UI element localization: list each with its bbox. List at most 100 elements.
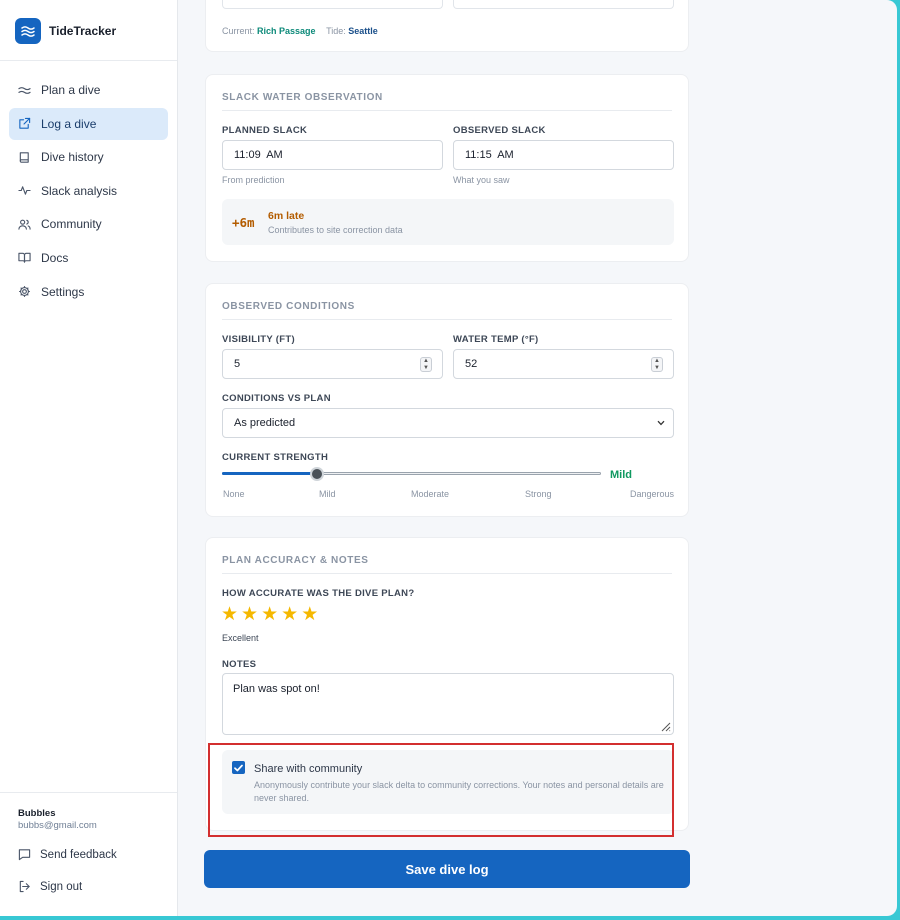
current-strength-slider[interactable]	[222, 466, 601, 482]
scale-label: None	[223, 489, 245, 499]
chevron-down-icon	[657, 420, 665, 426]
slider-thumb[interactable]	[310, 467, 324, 481]
tide-value: Seattle	[348, 26, 378, 36]
scale-label: Moderate	[411, 489, 450, 499]
activity-icon	[18, 186, 31, 196]
current-strength-label: CURRENT STRENGTH	[222, 452, 329, 463]
slack-delta-value: +6m	[232, 215, 255, 230]
star-icon[interactable]: ★	[221, 605, 238, 625]
sidebar-item-label: Settings	[41, 284, 85, 299]
observed-slack-label: OBSERVED SLACK	[453, 125, 546, 136]
current-value: Rich Passage	[257, 26, 316, 36]
tide-field[interactable]	[453, 0, 674, 9]
conditions-vs-plan-value: As predicted	[234, 417, 296, 429]
observed-slack-value: 11:15 AM	[465, 149, 514, 161]
slack-delta-text: 6m late	[268, 210, 305, 222]
sidebar-nav: Plan a dive Log a dive Dive history Slac…	[9, 74, 168, 309]
sign-out-link[interactable]: Sign out	[18, 880, 82, 893]
section-divider	[222, 110, 672, 111]
plan-accuracy-card: PLAN ACCURACY & NOTES HOW ACCURATE WAS T…	[205, 537, 689, 831]
visibility-input[interactable]: 5 ▲ ▼	[222, 349, 443, 379]
scale-label: Mild	[319, 489, 336, 499]
slack-delta-box: +6m 6m late Contributes to site correcti…	[222, 199, 674, 245]
tide-label: Tide:	[326, 26, 346, 36]
section-divider	[222, 573, 672, 574]
notes-value: Plan was spot on!	[233, 683, 320, 695]
notes-textarea[interactable]: Plan was spot on!	[222, 673, 674, 735]
section-divider	[222, 319, 672, 320]
open-book-icon	[18, 253, 31, 264]
sidebar-item-community[interactable]: Community	[9, 208, 168, 240]
visibility-value: 5	[234, 358, 241, 370]
planned-slack-value: 11:09 AM	[234, 149, 283, 161]
site-field[interactable]	[222, 0, 443, 9]
planned-slack-hint: From prediction	[222, 175, 285, 185]
star-rating[interactable]: ★ ★ ★ ★ ★	[221, 605, 318, 625]
share-community-checkbox[interactable]	[232, 761, 245, 774]
star-icon[interactable]: ★	[261, 605, 278, 625]
sign-out-icon	[19, 880, 30, 893]
app-name: TideTracker	[49, 24, 117, 38]
user-email: bubbs@gmail.com	[18, 820, 97, 831]
waves-icon	[18, 86, 31, 94]
scale-label: Dangerous	[629, 489, 674, 499]
star-icon[interactable]: ★	[301, 605, 318, 625]
sidebar-item-dive-history[interactable]: Dive history	[9, 141, 168, 173]
slack-water-card: SLACK WATER OBSERVATION PLANNED SLACK 11…	[205, 74, 689, 262]
planned-slack-input[interactable]: 11:09 AM	[222, 140, 443, 170]
external-link-icon	[19, 117, 31, 129]
checkmark-icon	[234, 764, 243, 771]
share-community-label: Share with community	[254, 763, 363, 775]
observed-slack-input[interactable]: 11:15 AM	[453, 140, 674, 170]
save-button-label: Save dive log	[405, 861, 489, 877]
conditions-vs-plan-label: CONDITIONS VS PLAN	[222, 393, 331, 404]
accuracy-question: HOW ACCURATE WAS THE DIVE PLAN?	[222, 588, 415, 599]
section-title: PLAN ACCURACY & NOTES	[222, 555, 369, 566]
water-temp-value: 52	[465, 358, 478, 370]
book-icon	[19, 151, 29, 163]
share-community-box: Share with community Anonymously contrib…	[222, 750, 674, 814]
gear-icon	[19, 286, 30, 297]
slack-delta-subtext: Contributes to site correction data	[268, 225, 403, 235]
user-info: Bubbles bubbs@gmail.com	[18, 808, 97, 831]
scale-label: Strong	[525, 489, 552, 499]
current-strength-value: Mild	[610, 469, 632, 481]
sidebar-item-plan-a-dive[interactable]: Plan a dive	[9, 74, 168, 106]
observed-slack-hint: What you saw	[453, 175, 510, 185]
share-community-description: Anonymously contribute your slack delta …	[254, 780, 664, 803]
water-temp-input[interactable]: 52 ▲ ▼	[453, 349, 674, 379]
number-stepper[interactable]: ▲ ▼	[420, 357, 432, 372]
planned-slack-label: PLANNED SLACK	[222, 125, 308, 136]
sidebar-item-docs[interactable]: Docs	[9, 242, 168, 274]
star-icon[interactable]: ★	[281, 605, 298, 625]
sidebar-item-settings[interactable]: Settings	[9, 276, 168, 308]
water-temp-label: WATER TEMP (°F)	[453, 334, 539, 345]
user-name: Bubbles	[18, 808, 56, 819]
save-dive-log-button[interactable]: Save dive log	[204, 850, 690, 888]
sidebar-item-slack-analysis[interactable]: Slack analysis	[9, 175, 168, 207]
send-feedback-link[interactable]: Send feedback	[18, 848, 117, 861]
resize-handle-icon[interactable]	[660, 721, 671, 732]
sidebar-divider	[0, 792, 177, 793]
sidebar-divider	[0, 60, 177, 61]
sidebar-item-log-a-dive[interactable]: Log a dive	[9, 107, 168, 140]
site-card: Current: Rich Passage Tide: Seattle	[205, 0, 689, 52]
rating-label: Excellent	[222, 633, 259, 643]
star-icon[interactable]: ★	[241, 605, 258, 625]
sign-out-label: Sign out	[40, 880, 83, 893]
sidebar-item-label: Dive history	[41, 150, 104, 165]
number-stepper[interactable]: ▲ ▼	[651, 357, 663, 372]
notes-label: NOTES	[222, 659, 257, 670]
message-icon	[18, 849, 31, 861]
users-icon	[18, 219, 31, 230]
conditions-vs-plan-select[interactable]: As predicted	[222, 408, 674, 438]
sidebar-item-label: Slack analysis	[41, 183, 118, 198]
site-summary: Current: Rich Passage Tide: Seattle	[222, 26, 378, 36]
logo-icon	[15, 18, 41, 44]
app-window: TideTracker Plan a dive Log a dive Dive …	[0, 0, 897, 916]
sidebar-item-label: Community	[41, 217, 102, 232]
observed-conditions-card: OBSERVED CONDITIONS VISIBILITY (FT) 5 ▲ ▼…	[205, 283, 689, 517]
brand: TideTracker	[15, 18, 116, 44]
sidebar-item-label: Plan a dive	[41, 83, 101, 97]
section-title: SLACK WATER OBSERVATION	[222, 92, 383, 103]
